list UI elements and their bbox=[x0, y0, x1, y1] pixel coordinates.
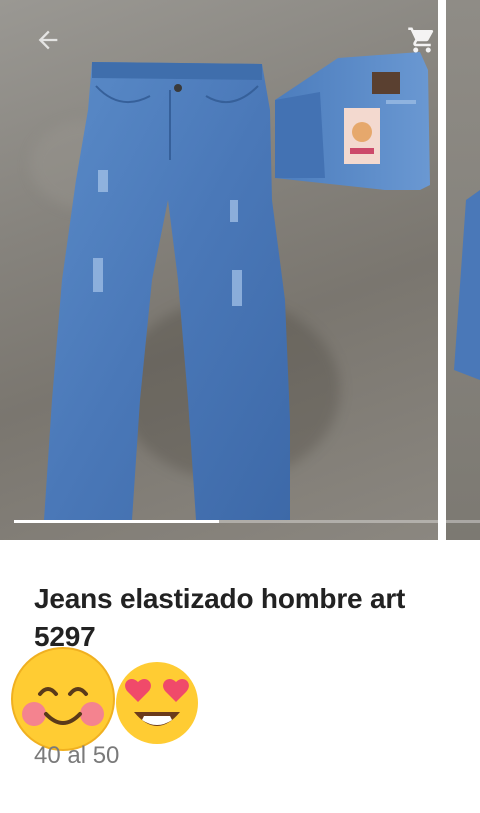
product-image-carousel[interactable] bbox=[0, 0, 480, 540]
jeans-illustration bbox=[44, 52, 430, 520]
folded-jeans bbox=[275, 52, 430, 190]
next-product-photo[interactable] bbox=[446, 0, 480, 540]
leather-patch bbox=[372, 72, 400, 94]
long-jeans bbox=[44, 62, 290, 520]
product-subtitle: 40 al 50 bbox=[34, 742, 120, 769]
back-button[interactable] bbox=[30, 22, 66, 58]
carousel-progress-indicator bbox=[14, 520, 220, 523]
jeans-illustration bbox=[454, 190, 480, 380]
cart-button[interactable] bbox=[404, 22, 440, 58]
arrow-left-icon bbox=[38, 30, 58, 50]
product-title: Jeans elastizado hombre art 5297 bbox=[34, 583, 406, 652]
product-photo[interactable] bbox=[0, 0, 438, 540]
smiling-face-with-heart-eyes-icon bbox=[114, 660, 200, 751]
shopping-cart-icon bbox=[408, 27, 434, 53]
smiling-face-with-blush-icon bbox=[10, 646, 116, 757]
